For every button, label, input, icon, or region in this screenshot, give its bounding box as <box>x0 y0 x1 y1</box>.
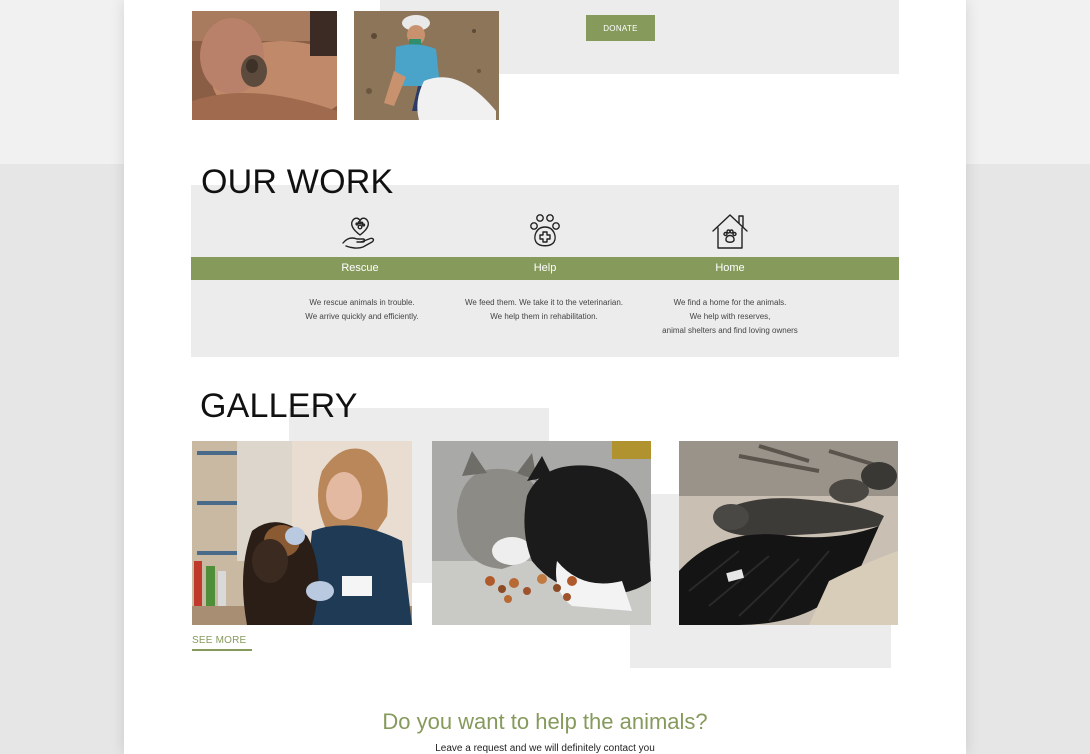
cta-heading: Do you want to help the animals? <box>382 709 708 734</box>
work-item-rescue-description: We rescue animals in trouble. We arrive … <box>267 296 457 324</box>
see-more-link[interactable]: SEE MORE <box>192 635 252 651</box>
photo-volunteer-cleaning-beach <box>354 11 499 120</box>
gallery-heading: GALLERY <box>200 387 358 425</box>
our-work-heading: OUR WORK <box>201 163 394 201</box>
work-item-help <box>450 211 640 251</box>
work-item-home-description: We find a home for the animals. We help … <box>635 296 825 338</box>
photo-hands-holding-animal <box>192 11 337 120</box>
gallery-photo-seal-on-beach[interactable] <box>679 441 898 625</box>
donate-button[interactable]: DONATE <box>586 15 655 41</box>
description-line: We rescue animals in trouble. <box>309 298 415 307</box>
description-line: We feed them. We take it to the veterina… <box>464 298 623 307</box>
hand-heart-paw-icon <box>342 217 375 249</box>
house-paw-icon <box>712 214 748 249</box>
description-line: We arrive quickly and efficiently. <box>305 312 419 321</box>
description-line: We help them in rehabilitation. <box>490 312 598 321</box>
work-item-rescue-label: Rescue <box>341 262 379 274</box>
work-item-home <box>635 211 825 251</box>
work-item-rescue <box>265 211 455 251</box>
work-item-help-label: Help <box>533 262 557 274</box>
work-item-home-label: Home <box>715 262 745 274</box>
work-item-help-description: We feed them. We take it to the veterina… <box>449 296 639 324</box>
gallery-photo-vet-with-dog[interactable] <box>192 441 412 625</box>
paw-medical-cross-icon <box>530 214 560 247</box>
page-content: DONATE OUR WORK Rescue Help Home We resc… <box>124 0 966 754</box>
cta-subtitle: Leave a request and we will definitely c… <box>435 743 655 754</box>
description-line: animal shelters and find loving owners <box>662 326 798 335</box>
gallery-photo-cats-eating[interactable] <box>432 441 651 625</box>
description-line: We find a home for the animals. <box>673 298 787 307</box>
description-line: We help with reserves, <box>689 312 771 321</box>
